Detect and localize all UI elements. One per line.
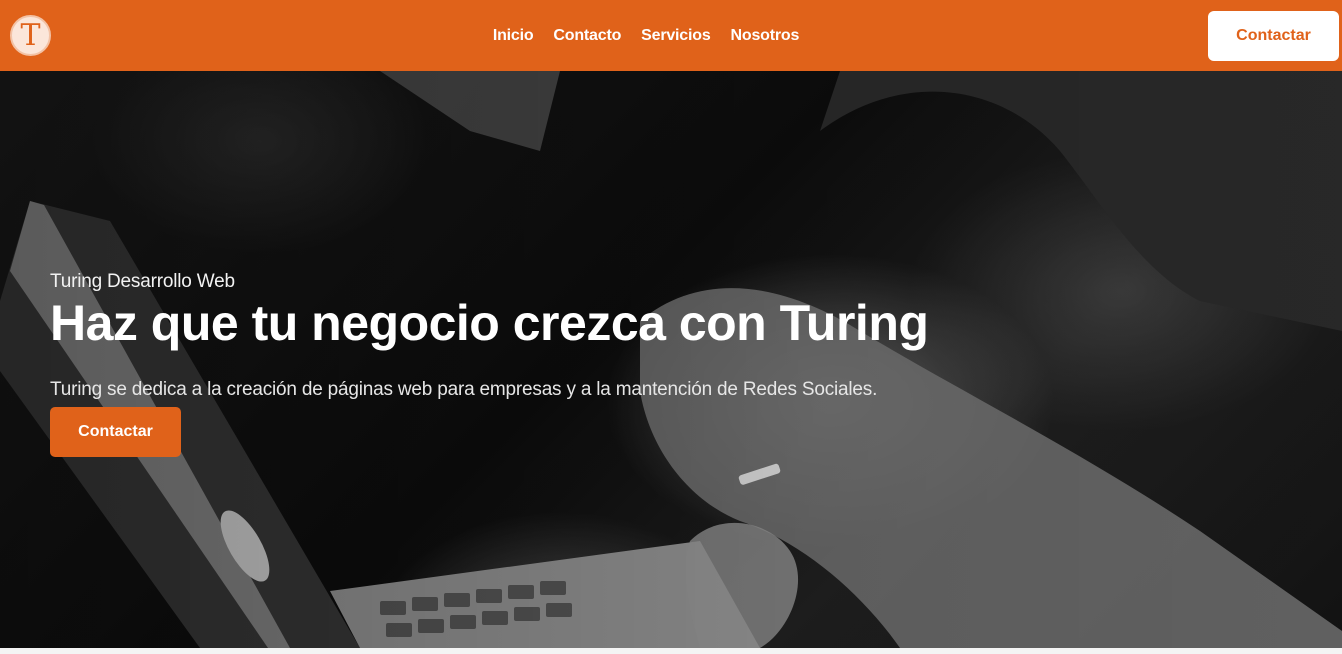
hero-eyebrow: Turing Desarrollo Web [50, 271, 235, 292]
nav-link-contacto[interactable]: Contacto [553, 27, 621, 45]
landing-page: T Inicio Contacto Servicios Nosotros Con… [0, 0, 1342, 654]
hero-title: Haz que tu negocio crezca con Turing [50, 295, 929, 351]
hero-section: Turing Desarrollo Web Haz que tu negocio… [0, 71, 1342, 648]
nav-link-nosotros[interactable]: Nosotros [731, 27, 800, 45]
top-navbar: T Inicio Contacto Servicios Nosotros Con… [0, 0, 1342, 71]
main-nav: Inicio Contacto Servicios Nosotros [0, 0, 1342, 71]
header-contact-button[interactable]: Contactar [1208, 11, 1339, 61]
hero-content: Turing Desarrollo Web Haz que tu negocio… [50, 271, 1150, 457]
nav-link-servicios[interactable]: Servicios [641, 27, 711, 45]
nav-link-inicio[interactable]: Inicio [493, 27, 534, 45]
hero-contact-button[interactable]: Contactar [50, 407, 181, 457]
page-bottom-strip [0, 648, 1342, 654]
hero-subtitle: Turing se dedica a la creación de página… [50, 379, 878, 400]
